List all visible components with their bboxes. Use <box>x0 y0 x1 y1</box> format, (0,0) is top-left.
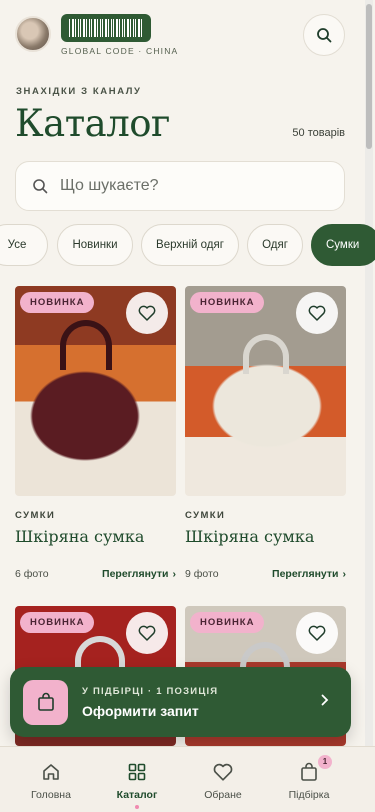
chip-all[interactable]: Усе <box>0 224 48 266</box>
chip-outerwear[interactable]: Верхній одяг <box>141 224 239 266</box>
selection-count-badge: 1 <box>318 755 332 769</box>
view-link-label: Переглянути <box>272 568 339 580</box>
product-category: СУМКИ <box>15 510 56 521</box>
heart-icon <box>180 761 266 783</box>
nav-label: Підбірка <box>288 789 330 801</box>
nav-label: Обране <box>204 789 242 801</box>
item-count: 50 товарів <box>292 127 345 139</box>
nav-item-selection[interactable]: 1 Підбірка <box>266 755 352 801</box>
page-title: Каталог <box>15 102 170 145</box>
category-chips: Усе Новинки Верхній одяг Одяг Сумки <box>0 224 375 268</box>
favorite-button[interactable] <box>126 612 168 654</box>
chip-bags[interactable]: Сумки <box>311 224 375 266</box>
product-category: СУМКИ <box>185 510 226 521</box>
home-icon <box>8 761 94 783</box>
avatar[interactable] <box>15 16 51 52</box>
barcode-icon <box>69 19 143 37</box>
product-footer: 9 фото Переглянути › <box>185 568 346 580</box>
nav-item-favorites[interactable]: Обране <box>180 761 266 801</box>
new-badge: НОВИНКА <box>20 292 95 313</box>
photo-count: 6 фото <box>15 568 49 580</box>
bag-icon <box>23 679 68 725</box>
search-icon <box>317 28 332 43</box>
search-bar[interactable] <box>15 161 345 211</box>
bag-icon: 1 <box>266 755 352 783</box>
view-link-label: Переглянути <box>102 568 169 580</box>
product-title[interactable]: Шкіряна сумка <box>185 527 346 546</box>
search-input[interactable] <box>60 177 300 195</box>
favorite-button[interactable] <box>296 292 338 334</box>
submit-request-banner[interactable]: У ПІДБІРЦІ · 1 ПОЗИЦІЯ Оформити запит <box>10 667 351 737</box>
photo-count: 9 фото <box>185 568 219 580</box>
heart-icon <box>138 305 156 321</box>
grid-icon <box>94 761 180 783</box>
product-card[interactable]: НОВИНКА СУМКИ Шкіряна сумка 6 фото Перег… <box>15 286 176 580</box>
request-subtitle: У ПІДБІРЦІ · 1 ПОЗИЦІЯ <box>82 685 219 697</box>
search-icon <box>33 179 48 194</box>
request-text: У ПІДБІРЦІ · 1 ПОЗИЦІЯ Оформити запит <box>82 686 321 719</box>
heart-icon <box>138 625 156 641</box>
nav-label: Каталог <box>116 789 158 801</box>
bottom-nav: Головна Каталог Обране 1 Підбірка <box>0 746 375 812</box>
new-badge: НОВИНКА <box>20 612 95 633</box>
chip-new[interactable]: Новинки <box>57 224 133 266</box>
nav-item-catalog[interactable]: Каталог <box>94 761 180 809</box>
scrollbar-thumb[interactable] <box>366 4 372 149</box>
global-code-label: GLOBAL CODE · CHINA <box>61 46 179 56</box>
catalog-eyebrow: Знахідки з каналу <box>16 86 142 97</box>
search-button[interactable] <box>303 14 345 56</box>
heart-icon <box>308 305 326 321</box>
favorite-button[interactable] <box>126 292 168 334</box>
chevron-right-icon: › <box>172 568 177 580</box>
logo-barcode <box>61 14 151 42</box>
chip-clothing[interactable]: Одяг <box>247 224 303 266</box>
nav-item-home[interactable]: Головна <box>8 761 94 801</box>
chevron-right-icon <box>321 693 329 711</box>
heart-icon <box>308 625 326 641</box>
chevron-right-icon: › <box>342 568 347 580</box>
new-badge: НОВИНКА <box>190 612 265 633</box>
product-image[interactable]: НОВИНКА <box>15 286 176 496</box>
active-dot <box>135 805 139 809</box>
product-footer: 6 фото Переглянути › <box>15 568 176 580</box>
header: GLOBAL CODE · CHINA <box>15 14 345 58</box>
favorite-button[interactable] <box>296 612 338 654</box>
view-link[interactable]: Переглянути › <box>272 568 346 580</box>
bag-handle-shape <box>60 320 112 370</box>
new-badge: НОВИНКА <box>190 292 265 313</box>
product-title[interactable]: Шкіряна сумка <box>15 527 176 546</box>
product-image[interactable]: НОВИНКА <box>185 286 346 496</box>
product-card[interactable]: НОВИНКА СУМКИ Шкіряна сумка 9 фото Перег… <box>185 286 346 580</box>
nav-label: Головна <box>31 789 71 801</box>
bag-handle-shape <box>243 334 289 374</box>
view-link[interactable]: Переглянути › <box>102 568 176 580</box>
request-title: Оформити запит <box>82 702 199 719</box>
